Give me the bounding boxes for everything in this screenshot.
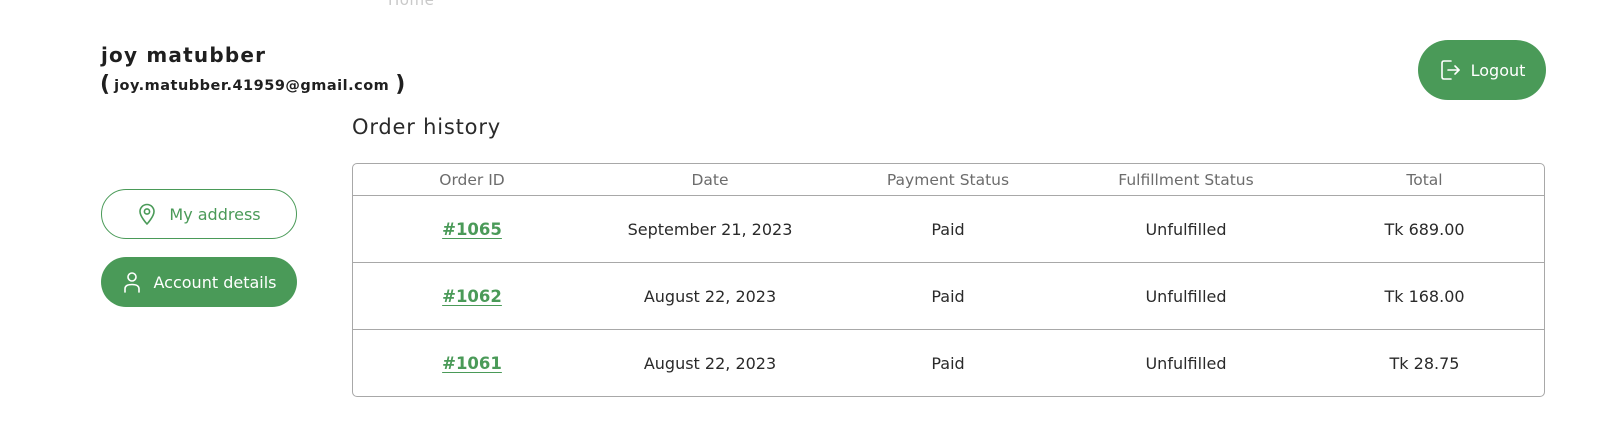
sidebar-item-label: Account details	[153, 272, 277, 292]
sidebar-item-account-details[interactable]: Account details	[101, 257, 297, 307]
table-header-row: Order ID Date Payment Status Fulfillment…	[353, 164, 1544, 196]
payment-status-cell: Paid	[931, 219, 965, 239]
total-cell: Tk 168.00	[1384, 286, 1465, 306]
order-id-cell: #1061	[353, 354, 591, 373]
logout-icon	[1439, 58, 1461, 82]
fulfillment-status-cell: Unfulfilled	[1145, 353, 1227, 373]
column-header-payment-status: Payment Status	[886, 170, 1010, 189]
order-link[interactable]: #1065	[442, 220, 502, 239]
column-header-total: Total	[1406, 170, 1443, 189]
table-row: #1061 August 22, 2023 Paid Unfulfilled T…	[353, 329, 1544, 396]
total-cell: Tk 689.00	[1384, 219, 1465, 239]
user-icon	[122, 270, 142, 294]
column-header-order-id: Order ID	[439, 170, 505, 189]
logout-label: Logout	[1470, 60, 1526, 80]
sidebar-item-label: My address	[169, 204, 261, 224]
payment-status-cell: Paid	[931, 353, 965, 373]
order-link[interactable]: #1062	[442, 287, 502, 306]
email-paren-open: (	[100, 72, 111, 97]
order-id-cell: #1065	[353, 220, 591, 239]
order-history-title: Order history	[352, 115, 501, 139]
date-cell: August 22, 2023	[643, 353, 777, 373]
payment-status-cell: Paid	[931, 286, 965, 306]
sidebar-item-my-address[interactable]: My address	[101, 189, 297, 239]
order-link[interactable]: #1061	[442, 354, 502, 373]
table-row: #1062 August 22, 2023 Paid Unfulfilled T…	[353, 262, 1544, 329]
order-id-cell: #1062	[353, 287, 591, 306]
fulfillment-status-cell: Unfulfilled	[1145, 219, 1227, 239]
user-name: joy matubber	[101, 43, 267, 67]
logout-button[interactable]: Logout	[1418, 40, 1546, 100]
orders-table: Order ID Date Payment Status Fulfillment…	[352, 163, 1545, 397]
column-header-date: Date	[691, 170, 729, 189]
table-row: #1065 September 21, 2023 Paid Unfulfille…	[353, 196, 1544, 262]
fulfillment-status-cell: Unfulfilled	[1145, 286, 1227, 306]
date-cell: September 21, 2023	[627, 219, 793, 239]
date-cell: August 22, 2023	[643, 286, 777, 306]
breadcrumb-clipped: Home	[388, 0, 435, 9]
user-email-line: ( joy.matubber.41959@gmail.com )	[100, 72, 405, 97]
user-email: joy.matubber.41959@gmail.com	[114, 77, 390, 94]
column-header-fulfillment-status: Fulfillment Status	[1118, 170, 1254, 189]
email-paren-close: )	[395, 72, 406, 97]
total-cell: Tk 28.75	[1389, 353, 1460, 373]
location-pin-icon	[137, 202, 157, 226]
